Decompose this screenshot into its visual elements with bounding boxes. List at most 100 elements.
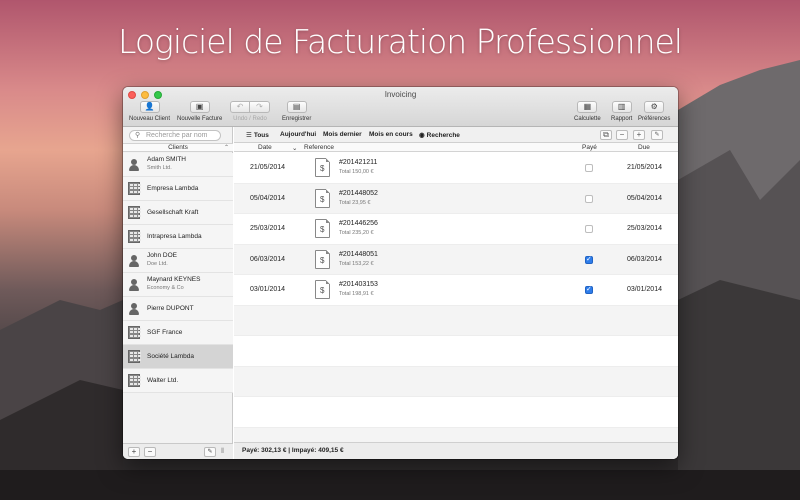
client-item[interactable]: Intrapresa Lambda	[123, 225, 233, 249]
report-button[interactable]: ▥ Rapport	[611, 101, 632, 122]
resize-handle-icon[interactable]: ⦀	[221, 448, 224, 456]
save-button[interactable]: ▤ Enregistrer	[282, 101, 311, 122]
invoice-total: Total 198,91 €	[339, 291, 374, 297]
invoice-date: 25/03/2014	[250, 225, 286, 232]
client-name: SGF France	[147, 329, 183, 336]
new-invoice-button[interactable]: ▣ Nouvelle Facture	[177, 101, 222, 122]
filter-current-month[interactable]: Mois en cours	[369, 131, 413, 138]
filter-search[interactable]: ◉ Recherche	[419, 131, 460, 139]
undo-redo-control[interactable]: ↶ ↷ Undo / Redo	[230, 101, 270, 122]
invoice-row[interactable]: 05/04/2014 $ #201448052 Total 23,95 € 05/04/…	[234, 183, 678, 214]
client-item[interactable]: Maynard KEYNES Economy & Co	[123, 273, 233, 297]
client-item[interactable]: Pierre DUPONT	[123, 297, 233, 321]
invoice-row[interactable]: 03/01/2014 $ #201403153 Total 198,91 € 03/01…	[234, 275, 678, 306]
column-paid[interactable]: Payé	[582, 144, 597, 151]
invoice-total: Total 23,95 €	[339, 199, 371, 206]
client-name: Gesellschaft Kraft	[147, 209, 199, 216]
marketing-headline: Logiciel de Facturation Professionnel	[118, 22, 683, 61]
filter-last-month[interactable]: Mois dernier	[323, 131, 362, 138]
clients-header-label: Clients	[168, 144, 188, 151]
add-invoice-button[interactable]: +	[633, 130, 645, 140]
invoice-reference: #201446256	[339, 220, 378, 227]
undo-redo-label: Undo / Redo	[233, 116, 267, 122]
client-name: Société Lambda	[147, 353, 194, 360]
person-icon	[128, 278, 140, 291]
app-window: Invoicing 👤 Nouveau Client ▣ Nouvelle Fa…	[123, 87, 678, 459]
remove-client-button[interactable]: −	[144, 447, 156, 457]
currency-glyph: $	[320, 225, 325, 234]
column-reference[interactable]: Reference	[304, 144, 334, 151]
paid-checkbox[interactable]	[585, 194, 593, 203]
window-title: Invoicing	[384, 90, 417, 99]
undo-button[interactable]: ↶	[230, 101, 250, 113]
client-item[interactable]: Walter Ltd.	[123, 369, 233, 393]
invoice-row[interactable]: 25/03/2014 $ #201446256 Total 235,20 € 25/03…	[234, 214, 678, 245]
paid-checkbox[interactable]	[585, 255, 593, 264]
preferences-button[interactable]: ⚙ Préférences	[638, 101, 670, 122]
invoice-panel: ☰ Tous Aujourd'hui Mois dernier Mois en c…	[234, 127, 678, 459]
invoice-due-date: 03/01/2014	[626, 286, 662, 293]
invoice-row[interactable]: 21/05/2014 $ #201421211 Total 150,00 € 21/05…	[234, 153, 678, 184]
filter-all-label: Tous	[253, 132, 269, 139]
client-name: Walter Ltd.	[147, 377, 179, 384]
empty-row	[234, 366, 678, 397]
invoice-date: 21/05/2014	[250, 164, 286, 171]
client-item[interactable]: Gesellschaft Kraft	[123, 201, 233, 225]
client-company: Doe Ltd.	[147, 261, 168, 267]
building-icon	[128, 230, 141, 243]
new-client-label: Nouveau Client	[129, 116, 171, 122]
currency-glyph: $	[320, 255, 325, 265]
paid-checkbox[interactable]	[585, 285, 593, 294]
empty-row	[234, 305, 678, 336]
sidebar-footer: + − ✎ ⦀	[123, 443, 233, 459]
invoice-total: Total 153,22 €	[339, 260, 374, 267]
undo-icon: ↶	[236, 102, 244, 111]
eye-icon: ◉	[419, 132, 425, 139]
sort-descending-icon: ⌄	[292, 145, 298, 152]
calculator-button[interactable]: ▦ Calculette	[574, 101, 601, 122]
new-client-button[interactable]: 👤 Nouveau Client	[129, 101, 170, 122]
paid-checkbox[interactable]	[585, 164, 593, 172]
redo-icon: ↷	[256, 102, 263, 111]
remove-invoice-button[interactable]: −	[616, 130, 628, 140]
client-item[interactable]: John DOE Doe Ltd.	[123, 249, 233, 273]
currency-glyph: $	[320, 164, 325, 173]
building-icon	[128, 182, 141, 195]
edit-client-button[interactable]: ✎	[204, 447, 216, 457]
column-date[interactable]: Date	[258, 144, 272, 151]
empty-row	[234, 397, 678, 428]
preferences-label: Préférences	[638, 116, 671, 122]
clients-column-header[interactable]: Clients ⌃	[123, 143, 233, 152]
calculator-icon: ▦	[583, 102, 592, 111]
client-item[interactable]: Adam SMITH Smith Ltd.	[123, 153, 233, 177]
search-placeholder: Recherche par nom	[146, 132, 208, 139]
building-icon	[128, 374, 141, 387]
redo-button[interactable]: ↷	[250, 101, 270, 113]
new-document-icon: ▣	[195, 102, 204, 111]
report-label: Rapport	[611, 116, 633, 122]
sort-ascending-icon: ⌃	[223, 145, 229, 151]
calculator-label: Calculette	[574, 116, 601, 122]
client-company: Economy & Co	[147, 285, 184, 291]
filter-all[interactable]: ☰ Tous	[246, 131, 269, 139]
client-item[interactable]: Société Lambda	[123, 345, 233, 369]
add-client-button[interactable]: +	[128, 447, 140, 457]
client-search-input[interactable]: ⚲ Recherche par nom	[129, 130, 221, 141]
duplicate-invoice-button[interactable]: ⧉	[600, 130, 612, 140]
invoice-row[interactable]: 06/03/2014 $ #201448051 Total 153,22 € 06/03…	[234, 244, 678, 275]
client-item[interactable]: SGF France	[123, 321, 233, 345]
invoice-date: 05/04/2014	[250, 194, 286, 202]
paid-checkbox[interactable]	[585, 225, 593, 233]
edit-invoice-button[interactable]: ✎	[651, 130, 663, 140]
invoice-reference: #201448052	[339, 189, 378, 197]
building-icon	[128, 326, 141, 339]
invoice-document-icon: $	[315, 188, 330, 208]
filter-today[interactable]: Aujourd'hui	[280, 131, 316, 138]
column-due[interactable]: Due	[638, 144, 650, 151]
client-item[interactable]: Empresa Lambda	[123, 177, 233, 201]
building-icon	[128, 350, 141, 363]
building-icon	[128, 206, 141, 219]
toolbar: Invoicing 👤 Nouveau Client ▣ Nouvelle Fa…	[123, 87, 678, 127]
invoice-column-headers: Date ⌄ Reference Payé Due	[234, 143, 678, 152]
client-name: Maynard KEYNES	[147, 276, 201, 283]
